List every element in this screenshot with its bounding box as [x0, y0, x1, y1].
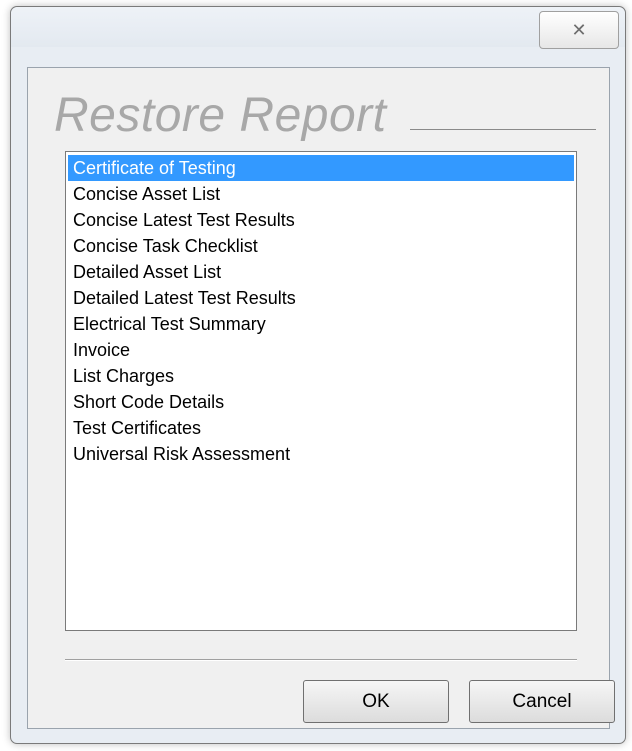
list-item[interactable]: Test Certificates: [66, 415, 576, 441]
dialog-body: Restore Report Certificate of Testing Co…: [27, 67, 615, 729]
list-item[interactable]: Short Code Details: [66, 389, 576, 415]
list-item[interactable]: Universal Risk Assessment: [66, 441, 576, 467]
close-button[interactable]: ✕: [539, 11, 619, 49]
list-item[interactable]: Concise Asset List: [66, 181, 576, 207]
cancel-button[interactable]: Cancel: [469, 680, 615, 723]
heading-rule: [410, 129, 596, 130]
list-item[interactable]: Electrical Test Summary: [66, 311, 576, 337]
ok-button[interactable]: OK: [303, 680, 449, 723]
list-item[interactable]: Invoice: [66, 337, 576, 363]
separator: [65, 659, 577, 661]
list-item[interactable]: List Charges: [66, 363, 576, 389]
report-listbox[interactable]: Certificate of Testing Concise Asset Lis…: [65, 151, 577, 631]
close-icon: ✕: [571, 19, 587, 41]
list-item[interactable]: Detailed Asset List: [66, 259, 576, 285]
report-list: Certificate of Testing Concise Asset Lis…: [66, 155, 576, 467]
list-item[interactable]: Concise Latest Test Results: [66, 207, 576, 233]
dialog-heading: Restore Report: [54, 89, 387, 142]
restore-report-dialog: ✕ Restore Report Certificate of Testing …: [10, 6, 626, 744]
list-item[interactable]: Detailed Latest Test Results: [66, 285, 576, 311]
list-item[interactable]: Certificate of Testing: [68, 155, 574, 181]
list-item[interactable]: Concise Task Checklist: [66, 233, 576, 259]
title-bar: ✕: [11, 7, 625, 49]
